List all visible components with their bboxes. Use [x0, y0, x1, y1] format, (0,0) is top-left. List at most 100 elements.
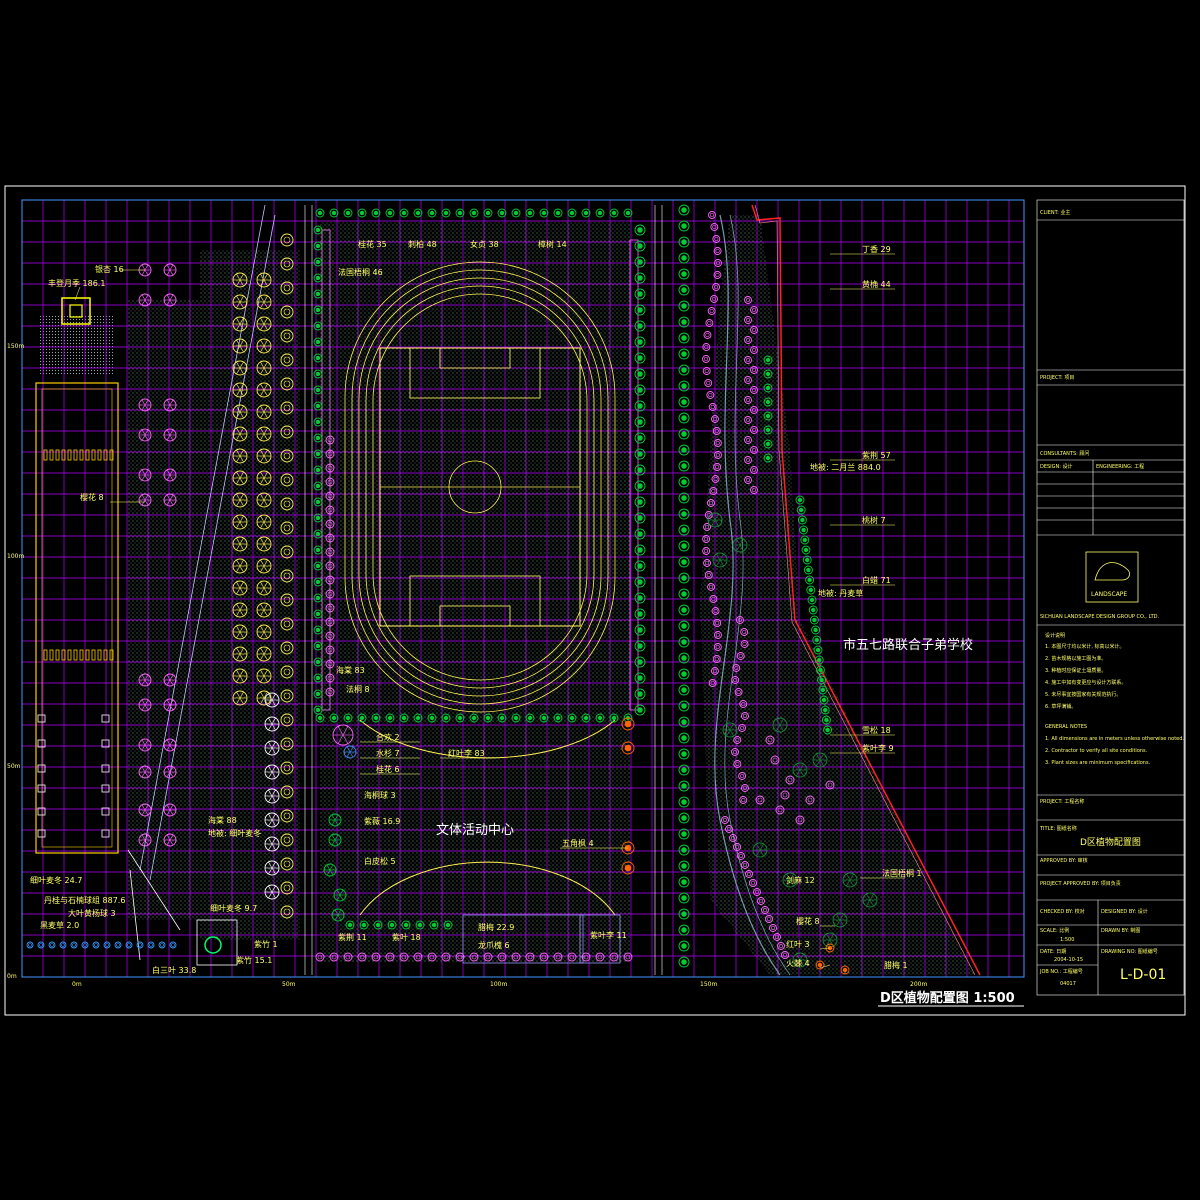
tree-symbol [678, 316, 690, 328]
notes-en-heading: GENERAL NOTES [1045, 724, 1087, 730]
plant-label: 地被: 丹麦草 [818, 588, 863, 598]
plant-label: 细叶麦冬 24.7 [30, 875, 82, 885]
plant-label: 紫叶李 9 [862, 743, 894, 753]
tree-symbol [678, 780, 690, 792]
tree-symbol [609, 208, 619, 218]
tb-job-no: JOB NO.: 工程编号 [1039, 968, 1083, 975]
tree-symbol [678, 924, 690, 936]
tb-client: CLIENT: 业主 [1040, 209, 1070, 216]
tree-symbol [678, 748, 690, 760]
tree-symbol [703, 331, 712, 339]
note-item: 1. 本图尺寸均以米计, 标高以米计。 [1045, 643, 1125, 650]
plant-label: 黄桷 44 [862, 279, 891, 289]
tree-symbol [634, 288, 646, 300]
tree-symbol [678, 620, 690, 632]
tree-symbol [343, 208, 353, 218]
tree-symbol [708, 211, 716, 219]
tree-symbol [634, 368, 646, 380]
tree-symbol [678, 268, 690, 280]
tree-symbol [805, 575, 815, 585]
tree-symbol [634, 528, 646, 540]
plant-label: 五角枫 4 [562, 838, 594, 848]
activity-center-label: 文体活动中心 [436, 823, 514, 838]
drawing-canvas: 0m 50m 100m 150m 200m 150m 100m 50m 0m 银… [4, 185, 1186, 1016]
tree-symbol [634, 432, 646, 444]
plant-label: 雪松 18 [862, 725, 891, 735]
tree-symbol [704, 379, 713, 387]
plant-label: 腊梅 1 [884, 960, 908, 970]
tree-symbol [811, 625, 821, 635]
tree-symbol [702, 367, 711, 375]
y-tick-50: 50m [7, 763, 21, 770]
plant-label: 法国梧桐 46 [338, 267, 383, 277]
tree-symbol [678, 716, 690, 728]
tree-symbol [806, 585, 816, 595]
tb-scale-value: 1:500 [1060, 937, 1074, 943]
plant-label: 樱花 8 [796, 916, 820, 926]
tb-project: PROJECT: 项目 [1040, 375, 1074, 381]
tree-symbol [797, 515, 807, 525]
tree-symbol [634, 624, 646, 636]
plant-label: 紫竹 15.1 [236, 955, 272, 965]
plant-label: 火棘 4 [786, 959, 810, 968]
tb-date: DATE: 日期 [1040, 949, 1066, 955]
plant-label: 水杉 7 [376, 748, 400, 758]
tree-symbol [553, 208, 563, 218]
tree-symbol [678, 332, 690, 344]
tree-symbol [678, 796, 690, 808]
tree-symbol [158, 941, 166, 949]
tree-symbol [678, 220, 690, 232]
tree-symbol [706, 391, 715, 399]
plant-label: 海棠 88 [208, 815, 237, 825]
tree-symbol [678, 300, 690, 312]
tree-symbol [800, 535, 810, 545]
tb-title-value: D区植物配置图 [1080, 836, 1141, 848]
tree-symbol [678, 364, 690, 376]
tree-symbol [634, 352, 646, 364]
plant-label: 女贞 38 [470, 239, 499, 249]
tb-design: DESIGN: 设计 [1040, 463, 1073, 470]
tb-drawing-no: DRAWING NO: 图纸编号 [1101, 948, 1158, 955]
plant-label: 樱花 8 [80, 492, 104, 502]
tree-symbol [567, 208, 577, 218]
plant-label: 法国梧桐 1 [882, 868, 922, 878]
tb-consultants: CONSULTANTS: 顾问 [1040, 450, 1089, 457]
plant-label: 紫荆 57 [862, 450, 891, 460]
tree-symbol [634, 240, 646, 252]
tree-symbol [634, 336, 646, 348]
tb-title: TITLE: 图纸名称 [1039, 825, 1077, 832]
tree-symbol [469, 208, 479, 218]
tree-symbol [678, 828, 690, 840]
tree-symbol [808, 605, 818, 615]
tree-symbol [678, 508, 690, 520]
plant-label: 丁香 29 [862, 244, 891, 254]
x-tick-0: 0m [72, 981, 82, 988]
tree-symbol [678, 956, 690, 968]
tree-symbol [710, 295, 718, 303]
school-label: 市五七路联合子弟学校 [843, 637, 973, 653]
company-logo: LANDSCAPE [1085, 551, 1139, 603]
tb-scale: SCALE: 比例 [1040, 927, 1069, 934]
tree-symbol [678, 876, 690, 888]
tree-symbol [678, 604, 690, 616]
plant-label: 合欢 2 [376, 732, 400, 742]
tree-symbol [678, 396, 690, 408]
plant-label: 红叶 3 [786, 939, 810, 949]
sheet-number: L-D-01 [1120, 967, 1166, 983]
tree-symbol [678, 252, 690, 264]
tree-symbol [147, 941, 155, 949]
note-en-item: 3. Plant sizes are minimum specification… [1045, 760, 1151, 766]
tree-symbol [634, 480, 646, 492]
tree-symbol [803, 565, 813, 575]
plant-label: 樟树 14 [538, 239, 567, 249]
note-item: 4. 施工中如有变更应与设计方联系。 [1045, 679, 1126, 686]
tree-symbol [634, 400, 646, 412]
design-notes: 设计说明 1. 本图尺寸均以米计, 标高以米计。 2. 苗木规格以施工图为准。 … [1045, 632, 1184, 766]
tree-symbol [634, 256, 646, 268]
tree-symbol [59, 941, 67, 949]
plant-label: 红叶李 83 [448, 748, 485, 758]
tb-date-value: 2004-10-15 [1054, 957, 1083, 963]
tb-checked: CHECKED BY: 校对 [1040, 908, 1085, 915]
x-tick-150: 150m [700, 981, 717, 988]
plant-label: 海桐球 3 [364, 790, 396, 800]
